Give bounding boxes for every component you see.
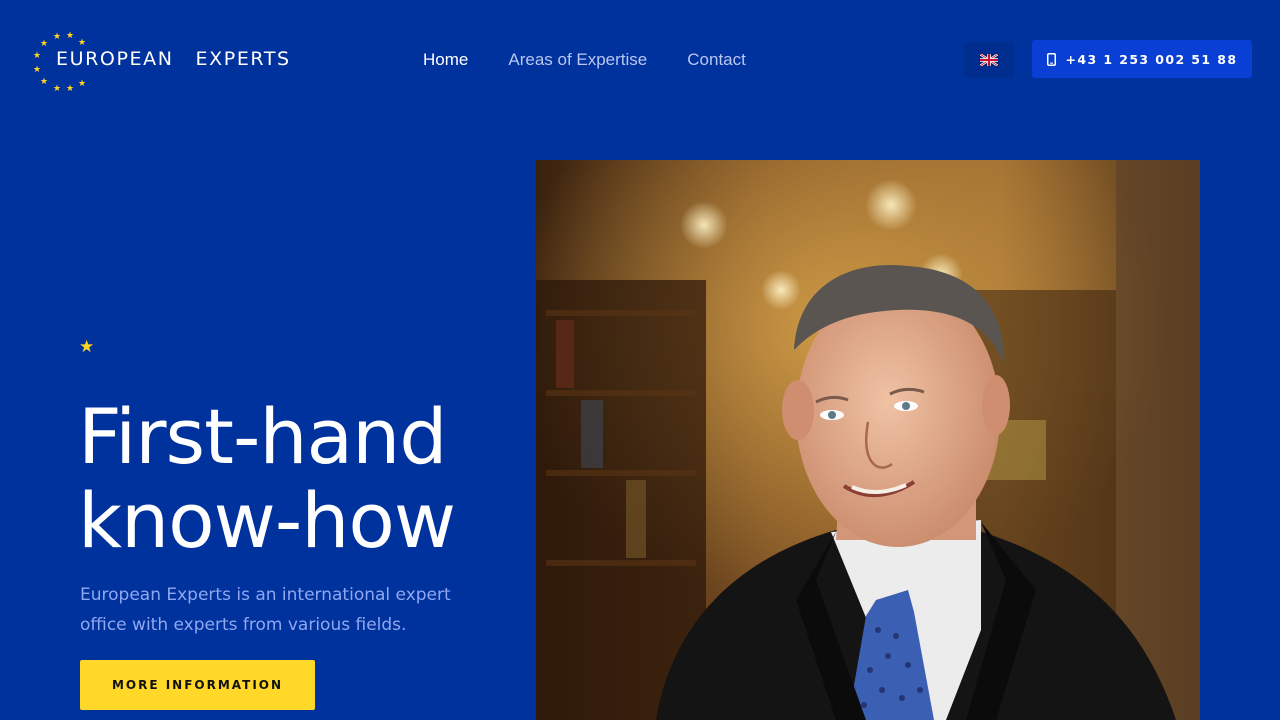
star-icon: ★ <box>79 337 95 357</box>
phone-number: +43 1 253 002 51 88 <box>1065 51 1238 67</box>
uk-flag-icon <box>980 54 998 66</box>
nav-item-contact[interactable]: Contact <box>687 50 746 70</box>
more-information-button[interactable]: MORE INFORMATION <box>80 660 315 710</box>
svg-text:★: ★ <box>53 84 61 92</box>
language-switcher[interactable] <box>964 42 1014 78</box>
phone-button[interactable]: +43 1 253 002 51 88 <box>1032 40 1252 78</box>
svg-text:★: ★ <box>66 84 74 92</box>
svg-text:★: ★ <box>53 32 61 42</box>
svg-text:★: ★ <box>66 31 74 41</box>
svg-text:★: ★ <box>33 51 41 61</box>
svg-text:★: ★ <box>33 65 41 75</box>
svg-text:★: ★ <box>78 79 86 89</box>
hero-headline: First-hand know-how <box>78 392 456 565</box>
logo-word-european: EUROPEAN <box>56 48 174 70</box>
main-nav: Home Areas of Expertise Contact <box>423 50 746 70</box>
svg-text:★: ★ <box>40 77 48 87</box>
svg-text:★: ★ <box>40 39 48 49</box>
svg-text:★: ★ <box>78 38 86 48</box>
headline-line-2: know-how <box>78 476 456 565</box>
portrait-illustration <box>536 160 1200 720</box>
hero-portrait-photo <box>536 160 1200 720</box>
mobile-phone-icon <box>1046 52 1056 66</box>
site-header: ★ ★ ★ ★ ★ ★ ★ ★ ★ ★ EUROPEAN EXPERTS Home… <box>0 0 1280 120</box>
headline-line-1: First-hand <box>78 392 448 481</box>
nav-item-areas-of-expertise[interactable]: Areas of Expertise <box>508 50 647 70</box>
hero-subtitle: European Experts is an international exp… <box>80 585 451 635</box>
logo-text: EUROPEAN EXPERTS <box>56 48 291 70</box>
nav-item-home[interactable]: Home <box>423 50 468 70</box>
logo-word-experts: EXPERTS <box>195 48 291 70</box>
logo[interactable]: ★ ★ ★ ★ ★ ★ ★ ★ ★ ★ EUROPEAN EXPERTS <box>32 30 377 92</box>
